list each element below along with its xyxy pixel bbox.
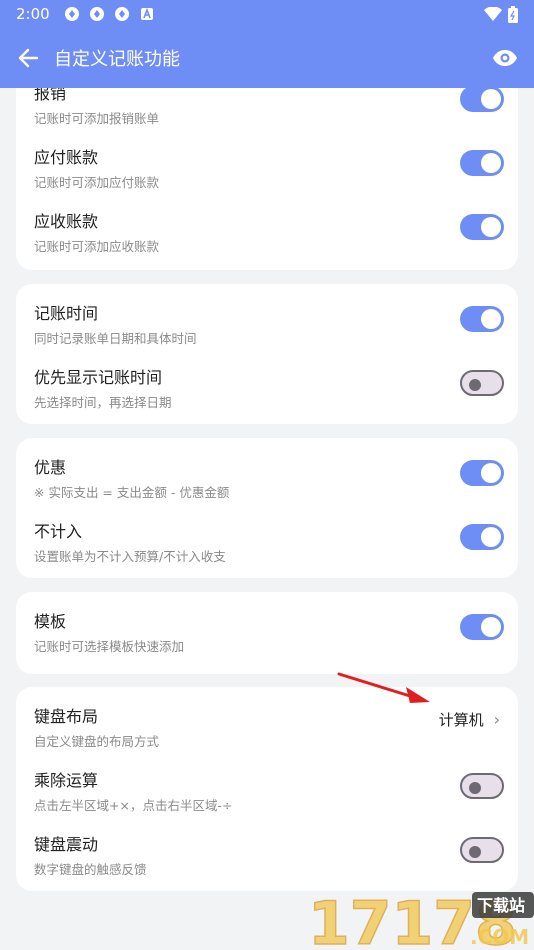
- setting-label: 优惠: [34, 458, 67, 477]
- setting-description: 先选择时间，再选择日期: [34, 395, 172, 410]
- toggle-knob: [481, 309, 501, 329]
- annotation-arrow-icon: [337, 672, 430, 703]
- battery-icon: [508, 5, 518, 23]
- setting-description: 数字键盘的触感反馈: [34, 862, 147, 877]
- settings-card-keyboard: 键盘布局 自定义键盘的布局方式 计算机 › 乘除运算 点击左半区域+×，点击右半…: [16, 687, 518, 891]
- toggle-knob: [481, 153, 501, 173]
- setting-row-template[interactable]: 模板 记账时可选择模板快速添加: [16, 602, 518, 666]
- keyboard-layout-selector[interactable]: 计算机 ›: [439, 709, 500, 730]
- status-bar: 2:00: [0, 0, 534, 28]
- settings-card-amount: 优惠 ※ 实际支出 = 支出金额 - 优惠金额 不计入 设置账单为不计入预算/不…: [16, 438, 518, 578]
- notification-icon: [89, 7, 104, 21]
- toggle-switch[interactable]: [460, 88, 504, 112]
- setting-label: 优先显示记账时间: [34, 368, 163, 387]
- settings-card-bill-types: 报销 记账时可添加报销账单 应付账款 记账时可添加应付账款 应收账款 记账时可添…: [16, 88, 518, 270]
- toggle-knob: [481, 463, 501, 483]
- toggle-switch[interactable]: [460, 214, 504, 240]
- toggle-knob: [469, 782, 481, 794]
- toggle-switch[interactable]: [460, 837, 504, 863]
- arrow-left-icon: [18, 48, 39, 68]
- settings-list[interactable]: 报销 记账时可添加报销账单 应付账款 记账时可添加应付账款 应收账款 记账时可添…: [0, 88, 534, 950]
- setting-description: 记账时可选择模板快速添加: [34, 639, 185, 654]
- toggle-switch[interactable]: [460, 773, 504, 799]
- setting-description: 记账时可添加应付账款: [34, 175, 160, 190]
- status-time: 2:00: [16, 5, 50, 23]
- toggle-knob: [481, 527, 501, 547]
- toggle-switch[interactable]: [460, 306, 504, 332]
- notification-icon: [114, 7, 129, 21]
- toggle-switch[interactable]: [460, 460, 504, 486]
- setting-description: 同时记录账单日期和具体时间: [34, 331, 197, 346]
- wifi-icon: [484, 7, 502, 21]
- app-notification-icon: [140, 7, 153, 20]
- setting-label: 键盘布局: [34, 707, 99, 726]
- watermark-tag: 下载站: [477, 896, 525, 915]
- toggle-knob: [481, 217, 501, 237]
- setting-description: ※ 实际支出 = 支出金额 - 优惠金额: [34, 485, 230, 500]
- eye-icon: [493, 50, 517, 66]
- toggle-knob: [469, 379, 481, 391]
- toggle-knob: [481, 89, 501, 109]
- setting-row-time-first[interactable]: 优先显示记账时间 先选择时间，再选择日期: [16, 358, 518, 422]
- watermark-domain: .COM: [470, 925, 529, 949]
- setting-description: 设置账单为不计入预算/不计入收支: [34, 549, 226, 564]
- settings-card-time: 记账时间 同时记录账单日期和具体时间 优先显示记账时间 先选择时间，再选择日期: [16, 284, 518, 424]
- chevron-right-icon: ›: [493, 710, 500, 729]
- setting-row-discount[interactable]: 优惠 ※ 实际支出 = 支出金额 - 优惠金额: [16, 448, 518, 512]
- setting-label: 应付账款: [34, 148, 99, 167]
- setting-label: 报销: [34, 88, 67, 103]
- toggle-switch[interactable]: [460, 614, 504, 640]
- setting-label: 记账时间: [34, 304, 99, 323]
- settings-card-template: 模板 记账时可选择模板快速添加: [16, 592, 518, 674]
- setting-description: 记账时可添加报销账单: [34, 111, 160, 126]
- setting-row-reimburse[interactable]: 报销 记账时可添加报销账单: [16, 88, 518, 138]
- back-button[interactable]: [14, 44, 42, 72]
- setting-row-multiply-divide[interactable]: 乘除运算 点击左半区域+×，点击右半区域-÷: [16, 761, 518, 825]
- preview-button[interactable]: [490, 43, 520, 73]
- page-title: 自定义记账功能: [54, 49, 180, 70]
- toggle-switch[interactable]: [460, 370, 504, 396]
- notification-icon: [64, 7, 79, 21]
- setting-description: 点击左半区域+×，点击右半区域-÷: [34, 798, 233, 813]
- toggle-knob: [481, 617, 501, 637]
- toggle-switch[interactable]: [460, 150, 504, 176]
- toggle-switch[interactable]: [460, 524, 504, 550]
- setting-row-exclude[interactable]: 不计入 设置账单为不计入预算/不计入收支: [16, 512, 518, 576]
- setting-row-payable[interactable]: 应付账款 记账时可添加应付账款: [16, 138, 518, 202]
- setting-label: 不计入: [34, 522, 83, 541]
- toggle-knob: [469, 846, 481, 858]
- setting-label: 乘除运算: [34, 771, 99, 790]
- setting-row-keyboard-layout[interactable]: 键盘布局 自定义键盘的布局方式 计算机 ›: [16, 697, 518, 761]
- selected-value: 计算机: [438, 711, 484, 729]
- setting-label: 应收账款: [34, 212, 99, 231]
- setting-label: 键盘震动: [34, 835, 99, 854]
- setting-label: 模板: [34, 612, 67, 631]
- setting-row-record-time[interactable]: 记账时间 同时记录账单日期和具体时间: [16, 294, 518, 358]
- app-bar: 自定义记账功能: [0, 28, 534, 88]
- setting-description: 记账时可添加应收账款: [34, 239, 160, 254]
- watermark-logo: 17178 下载站 .COM: [300, 880, 534, 950]
- setting-description: 自定义键盘的布局方式: [34, 734, 160, 749]
- setting-row-receivable[interactable]: 应收账款 记账时可添加应收账款: [16, 202, 518, 266]
